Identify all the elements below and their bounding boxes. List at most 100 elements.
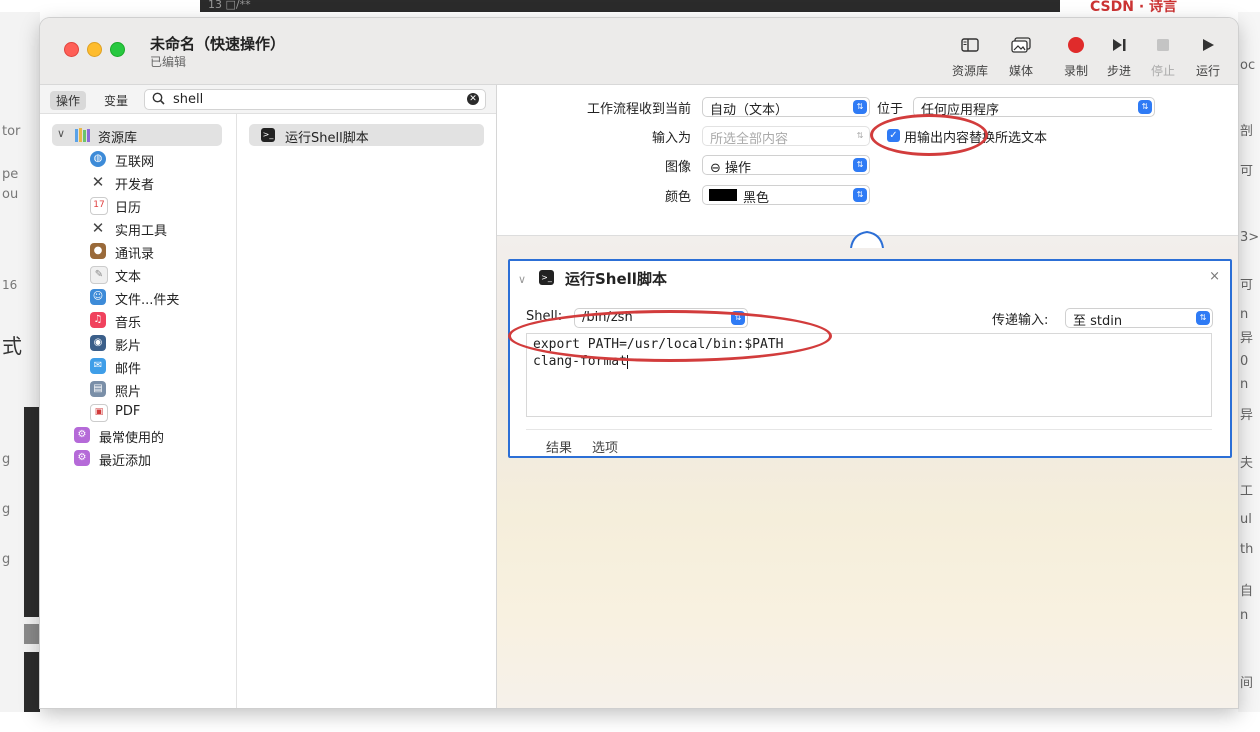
replace-text-checkbox[interactable]: ✓	[887, 129, 900, 142]
bg-fragment: pe	[2, 167, 19, 182]
action-results-list: >_ 运行Shell脚本	[237, 114, 496, 708]
terminal-icon: >_	[539, 270, 554, 285]
image-label: 图像	[664, 160, 691, 175]
chevron-updown-icon: ⇅	[853, 100, 867, 114]
record-toolbar-button[interactable]: 录制	[1053, 34, 1099, 79]
photo-icon	[998, 34, 1044, 56]
globe-icon: ◍	[90, 151, 106, 167]
bg-fragment: g	[2, 452, 11, 467]
smart-group-recently-added[interactable]: ⚙ 最近添加	[74, 449, 214, 469]
input-popup[interactable]: 所选全部内容 ⇅	[702, 126, 870, 147]
bg-fragment: th	[1240, 542, 1254, 557]
library-item-label: 实用工具	[115, 224, 168, 239]
library-item-label: 互联网	[115, 155, 155, 170]
step-icon	[1096, 34, 1142, 56]
library-item-developer[interactable]: ✕ 开发者	[90, 173, 230, 193]
window-title: 未命名（快速操作）	[150, 35, 286, 53]
color-popup[interactable]: 黑色 ⇅	[702, 185, 870, 206]
utilities-icon: ✕	[91, 219, 105, 237]
tab-variables[interactable]: 变量	[98, 91, 134, 110]
run-toolbar-button[interactable]: 运行	[1185, 34, 1231, 79]
bg-fragment: n	[1240, 608, 1249, 623]
library-item-photos[interactable]: ▤ 照片	[90, 380, 230, 400]
bg-fragment: 可	[1240, 164, 1254, 179]
close-icon[interactable]: ×	[1209, 269, 1220, 284]
chevron-updown-icon: ⇅	[856, 131, 864, 140]
library-toolbar-button[interactable]: 资源库	[947, 34, 993, 79]
stop-toolbar-button[interactable]: 停止	[1140, 34, 1186, 79]
code-line-current: clang-format	[533, 353, 1205, 370]
library-item-internet[interactable]: ◍ 互联网	[90, 150, 230, 170]
chevron-down-icon[interactable]: ∨	[518, 273, 526, 286]
bg-fragment: 3>	[1240, 230, 1260, 245]
search-field[interactable]: shell ✕	[144, 89, 486, 110]
library-item-label: 音乐	[115, 316, 142, 331]
library-item-movies[interactable]: ◉ 影片	[90, 334, 230, 354]
application-popup[interactable]: 任何应用程序 ⇅	[913, 97, 1155, 118]
library-icon	[74, 127, 92, 143]
bg-fragment: 夫	[1240, 456, 1254, 471]
library-item-text[interactable]: ✎ 文本	[90, 265, 230, 285]
result-label: 运行Shell脚本	[285, 131, 369, 146]
pdf-icon: ▣	[90, 404, 108, 422]
pass-input-value: 至 stdin	[1073, 314, 1123, 329]
bg-fragment: n	[1240, 307, 1249, 322]
library-pane: 操作 变量 shell ✕ ∨ 资源库 ◍ 互联网 ✕ 开发者 17 日历 ✕ …	[40, 85, 497, 708]
bg-fragment: 间	[1240, 676, 1254, 691]
step-toolbar-button[interactable]: 步进	[1096, 34, 1142, 79]
background-editor-strip: 13 □/**	[200, 0, 1060, 12]
search-input[interactable]: shell	[173, 92, 203, 107]
library-item-label: PDF	[115, 404, 141, 419]
chevron-updown-icon: ⇅	[731, 311, 745, 325]
receives-label: 工作流程收到当前	[586, 102, 691, 117]
media-toolbar-button[interactable]: 媒体	[998, 34, 1044, 79]
calendar-icon: 17	[90, 197, 108, 215]
record-toolbar-label: 录制	[1063, 64, 1088, 78]
title-bar: 未命名（快速操作） 已编辑 资源库 媒体 录制 步进 停止 运行	[40, 18, 1238, 85]
shell-popup[interactable]: /bin/zsh ⇅	[574, 308, 748, 328]
receives-popup[interactable]: 自动（文本） ⇅	[702, 97, 870, 118]
library-item-label: 照片	[115, 385, 142, 400]
library-item-calendar[interactable]: 17 日历	[90, 196, 230, 216]
bg-fragment: g	[2, 552, 11, 567]
close-window-button[interactable]	[64, 42, 79, 57]
replace-text-label: 用输出内容替换所选文本	[904, 131, 1048, 146]
input-label: 输入为	[651, 131, 691, 146]
music-icon: ♫	[90, 312, 106, 328]
chevron-down-icon[interactable]: ∨	[57, 127, 65, 140]
bg-fragment: 16	[2, 278, 18, 292]
library-item-utilities[interactable]: ✕ 实用工具	[90, 219, 230, 239]
workflow-pane: 工作流程收到当前 自动（文本） ⇅ 位于 任何应用程序 ⇅ 输入为 所选全部内容…	[497, 85, 1238, 708]
color-value: 黑色	[743, 191, 770, 206]
background-top-fragment: 13 □/**	[208, 0, 251, 11]
tab-results[interactable]: 结果	[546, 437, 572, 456]
zoom-window-button[interactable]	[110, 42, 125, 57]
media-toolbar-label: 媒体	[1008, 64, 1033, 78]
smart-group-most-used[interactable]: ⚙ 最常使用的	[74, 426, 214, 446]
minimize-window-button[interactable]	[87, 42, 102, 57]
tab-options[interactable]: 选项	[592, 437, 618, 456]
bg-dark-panel	[24, 624, 40, 644]
run-shell-script-action[interactable]: ∨ >_ 运行Shell脚本 × Shell: /bin/zsh ⇅ 传递输入:…	[508, 259, 1232, 458]
pass-input-popup[interactable]: 至 stdin ⇅	[1065, 308, 1213, 329]
bg-fragment: 工	[1240, 484, 1254, 499]
library-item-music[interactable]: ♫ 音乐	[90, 311, 230, 331]
image-popup[interactable]: ⊖ 操作 ⇅	[702, 155, 870, 176]
library-item-pdf[interactable]: ▣ PDF	[90, 403, 230, 423]
library-root-item[interactable]: ∨ 资源库	[52, 124, 222, 146]
bg-fragment: 式	[2, 334, 22, 358]
chevron-updown-icon: ⇅	[853, 188, 867, 202]
library-item-mail[interactable]: ✉ 邮件	[90, 357, 230, 377]
script-editor[interactable]: export PATH=/usr/local/bin:$PATH clang-f…	[526, 333, 1212, 417]
bg-fragment: ul	[1240, 512, 1252, 527]
pass-input-label: 传递输入:	[992, 313, 1049, 328]
clear-search-icon[interactable]: ✕	[467, 93, 479, 105]
tab-actions[interactable]: 操作	[50, 91, 87, 110]
library-item-files-folders[interactable]: ☺ 文件...件夹	[90, 288, 230, 308]
stop-toolbar-label: 停止	[1150, 64, 1175, 78]
library-item-contacts[interactable]: ● 通讯录	[90, 242, 230, 262]
chevron-updown-icon: ⇅	[1138, 100, 1152, 114]
result-run-shell-script[interactable]: >_ 运行Shell脚本	[249, 124, 484, 146]
receives-value: 自动（文本）	[710, 103, 789, 118]
in-label: 位于	[877, 102, 904, 117]
